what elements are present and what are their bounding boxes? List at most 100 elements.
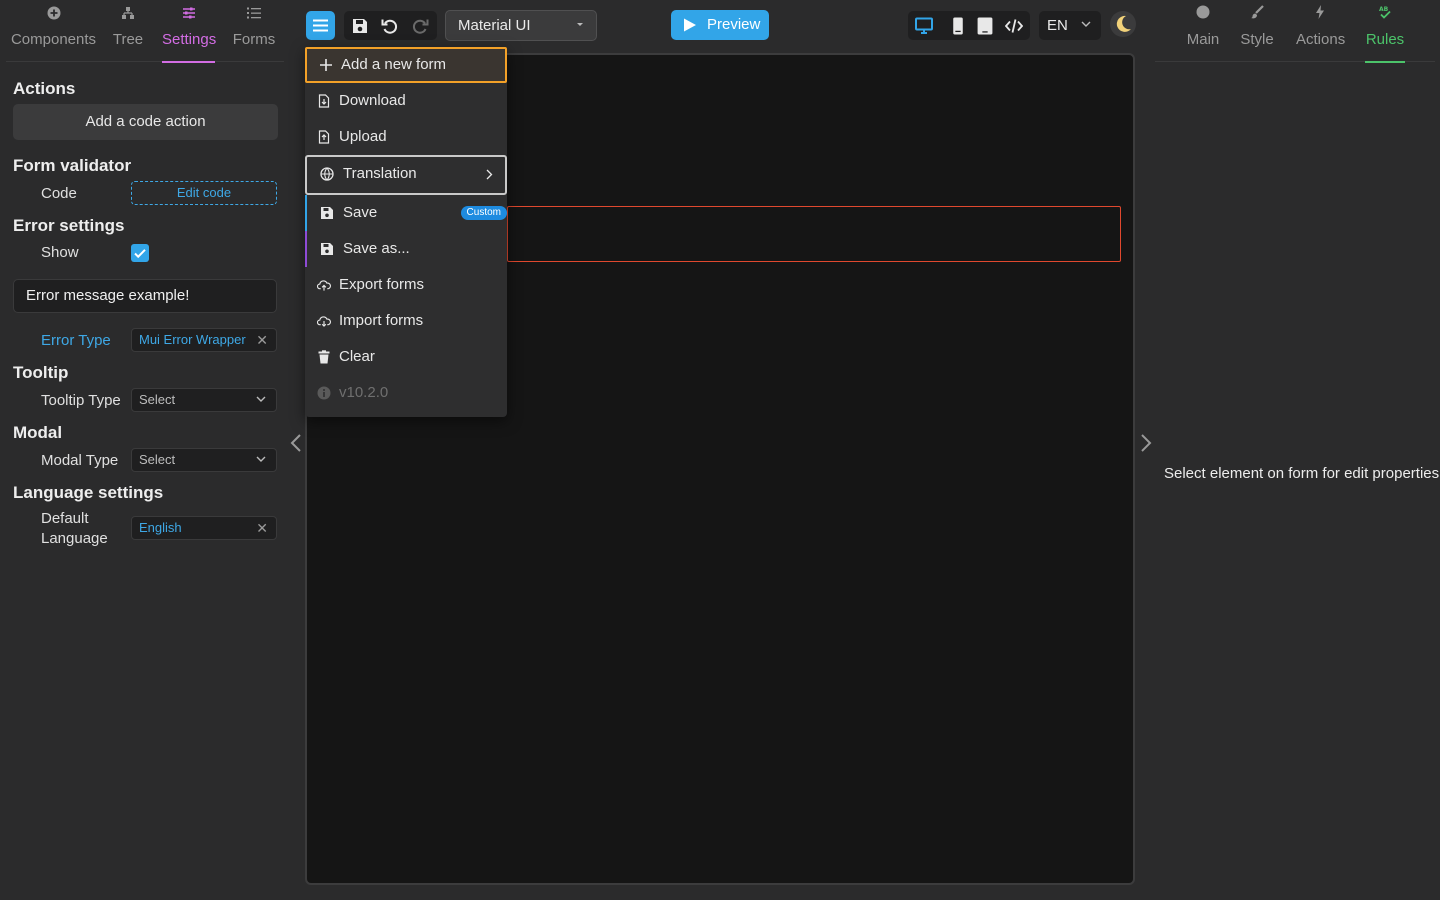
caret-down-icon [577,23,583,26]
tab-settings[interactable]: Settings [162,0,217,63]
default-language-field[interactable]: English ✕ [131,516,277,540]
menu-item-download[interactable]: Download [305,83,507,119]
info-icon [317,386,331,400]
tab-components[interactable]: Components [6,0,101,62]
clear-icon[interactable]: ✕ [256,329,268,351]
modal-type-select[interactable]: Select [131,448,277,472]
menu-item-clear[interactable]: Clear [305,339,507,375]
tab-label: Settings [162,31,217,48]
tooltip-type-value: Select [139,392,176,407]
dark-mode-toggle[interactable] [1110,11,1136,37]
language-value: EN [1047,17,1068,34]
default-language-value: English [139,520,182,535]
circle-icon [1185,0,1221,26]
language-select[interactable]: EN [1039,11,1101,40]
menu-item-label: Save as... [343,240,410,257]
left-panel: Components Tree Settings Forms Actions A… [0,0,290,900]
menu-item-save[interactable]: Save Custom [305,195,507,231]
menu-item-add-new-form[interactable]: Add a new form [305,47,507,83]
edit-code-button[interactable]: Edit code [131,181,277,205]
menu-item-upload[interactable]: Upload [305,119,507,155]
custom-badge: Custom [460,206,507,220]
tab-label: Main [1186,31,1220,48]
actions-title: Actions [13,79,76,98]
list-icon [232,0,276,26]
tree-icon [107,0,149,26]
tab-label: Rules [1365,31,1405,48]
preview-label: Preview [707,16,761,33]
properties-hint: Select element on form for edit properti… [1164,465,1440,482]
spellcheck-icon: AB [1365,0,1405,26]
tab-actions[interactable]: Actions [1296,0,1346,62]
collapse-right-icon[interactable] [1139,433,1153,453]
svg-text:AB: AB [1379,6,1389,13]
tab-forms[interactable]: Forms [232,0,276,62]
code-icon[interactable] [1005,17,1023,35]
modal-type-label: Modal Type [41,452,119,469]
tab-rules[interactable]: AB Rules [1365,0,1405,63]
error-message-example: Error message example! [13,279,277,313]
tooltip-type-select[interactable]: Select [131,388,277,412]
trash-icon [318,350,330,364]
modal-type-value: Select [139,452,176,467]
globe-icon [320,167,334,181]
moon-icon [1116,15,1131,32]
play-icon [684,18,696,32]
menu-item-label: Save [343,204,378,221]
chevron-down-icon [256,396,266,402]
floppy-disk-icon [321,243,333,255]
default-language-label-2: Language [41,530,108,547]
mobile-icon[interactable] [949,17,967,35]
code-label: Code [41,185,77,202]
clear-icon[interactable]: ✕ [256,517,268,539]
preview-button[interactable]: Preview [671,10,769,40]
error-type-field[interactable]: Mui Error Wrapper ✕ [131,328,277,352]
sliders-icon [162,0,215,26]
menu-item-label: Export forms [339,276,425,293]
desktop-icon[interactable] [915,17,933,35]
form-validator-title: Form validator [13,156,132,175]
theme-select-value: Material UI [458,17,531,34]
menu-item-label: Upload [339,128,387,145]
show-label: Show [41,244,79,261]
tab-label: Tree [112,31,144,48]
tab-style[interactable]: Style [1240,0,1274,62]
checkmark-icon [134,249,146,259]
menu-item-export-forms[interactable]: Export forms [305,267,507,303]
tab-label: Actions [1296,31,1346,48]
menu-item-save-as[interactable]: Save as... [305,231,507,267]
undo-icon[interactable] [381,17,399,35]
language-settings-title: Language settings [13,483,164,502]
menu-item-label: Clear [339,348,375,365]
tab-label: Forms [232,31,276,48]
brush-icon [1240,0,1274,26]
device-toolbar [908,11,1030,40]
menu-item-version: v10.2.0 [305,375,507,411]
theme-select[interactable]: Material UI [445,10,597,41]
error-type-label: Error Type [41,332,111,349]
tab-main[interactable]: Main [1185,0,1221,62]
show-checkbox[interactable] [131,244,149,262]
plus-circle-icon [6,0,101,26]
tab-tree[interactable]: Tree [107,0,149,62]
main-menu-button[interactable] [306,11,335,40]
menu-item-import-forms[interactable]: Import forms [305,303,507,339]
hamburger-icon [313,19,328,32]
right-tabs: Main Style Actions AB Rules [1155,0,1435,63]
menu-item-label: Download [339,92,406,109]
add-code-action-button[interactable]: Add a code action [13,104,278,140]
tablet-icon[interactable] [976,17,994,35]
chevron-down-icon [256,456,266,462]
save-icon[interactable] [351,17,369,35]
menu-item-label: v10.2.0 [339,384,389,401]
error-wrapper-placeholder[interactable] [507,206,1121,262]
menu-item-label: Translation [343,165,417,182]
collapse-left-icon[interactable] [289,433,303,453]
tooltip-title: Tooltip [13,363,69,382]
redo-icon[interactable] [411,17,429,35]
menu-item-translation[interactable]: Translation [305,155,507,195]
history-toolbar [344,11,437,40]
left-tabs: Components Tree Settings Forms [6,0,284,63]
cloud-upload-icon [317,280,331,291]
plus-icon [320,59,332,71]
